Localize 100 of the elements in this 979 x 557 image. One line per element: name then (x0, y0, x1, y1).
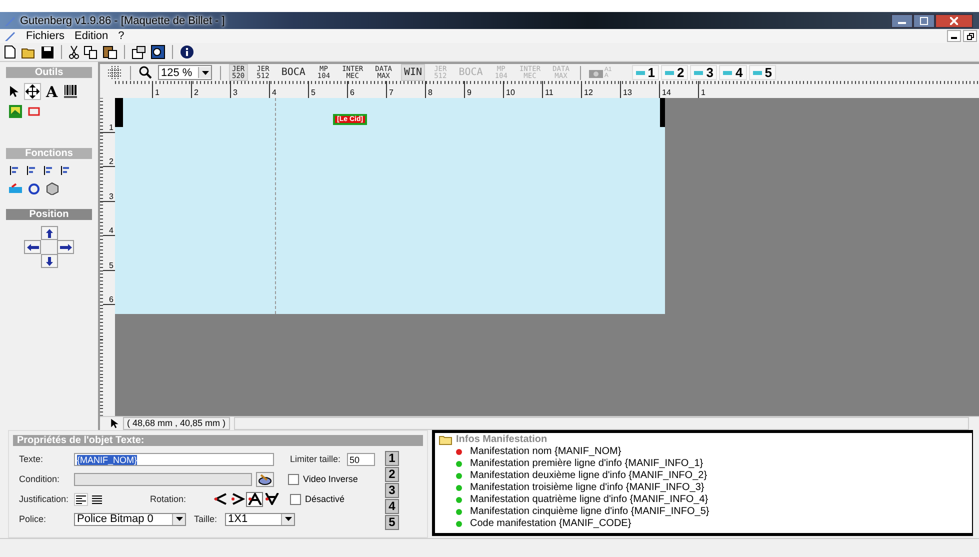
maximize-icon (920, 16, 928, 24)
field-label: Taille: (194, 514, 218, 524)
align-icon[interactable] (43, 165, 54, 176)
layer-tab[interactable]: 1 (632, 65, 659, 80)
pointer-icon (110, 418, 119, 429)
text-tool[interactable]: A (46, 84, 58, 98)
preview-icon[interactable] (151, 45, 165, 59)
margin-marker (660, 98, 665, 128)
copy-icon[interactable] (84, 46, 98, 58)
line-number-button[interactable]: 1 (385, 451, 399, 466)
layer-tab[interactable]: 2 (660, 65, 688, 80)
dash-icon (694, 70, 704, 75)
align-left-icon (76, 494, 86, 504)
new-document-icon[interactable] (4, 45, 16, 59)
font-dropdown[interactable]: Police Bitmap 0 (74, 512, 186, 526)
layer-tab[interactable]: 4 (719, 65, 747, 80)
info-icon[interactable] (180, 45, 194, 59)
align-icon[interactable] (9, 165, 20, 176)
justify-button[interactable] (90, 492, 104, 506)
scissors-icon[interactable] (69, 45, 79, 59)
align-icon[interactable] (60, 165, 71, 176)
move-up-button[interactable] (40, 226, 58, 240)
close-icon (950, 16, 958, 24)
properties-icon[interactable] (132, 46, 146, 58)
checkbox[interactable]: Désactivé (290, 494, 345, 504)
dropdown-arrow-icon (284, 517, 292, 521)
tree-item[interactable]: Code manifestation {MANIF_CODE} (470, 518, 632, 530)
line-number-button[interactable]: 2 (385, 467, 399, 482)
maximize-button[interactable] (913, 14, 935, 28)
search-icon[interactable] (139, 66, 152, 80)
rectangle-icon[interactable] (28, 107, 40, 116)
window-title: Gutenberg v1.9.86 - [Maquette de Billet - ] (20, 14, 225, 26)
open-folder-icon[interactable] (21, 46, 36, 58)
folder-icon (439, 435, 452, 445)
justify-icon (92, 494, 102, 504)
left-arrow-icon (26, 244, 38, 250)
minimize-button[interactable] (891, 14, 913, 28)
close-button[interactable] (935, 14, 973, 28)
right-arrow-icon (60, 244, 72, 250)
condition-field[interactable] (74, 472, 252, 486)
field-label: Justification: (19, 494, 70, 504)
pointer-icon[interactable] (9, 85, 19, 98)
grid-icon[interactable] (108, 66, 122, 80)
tree-item[interactable]: Manifestation quatrième ligne d'info {MANIF_INFO_4} (470, 494, 708, 506)
tree-item[interactable]: Manifestation nom {MANIF_NOM} (470, 446, 622, 458)
barcode-icon[interactable] (64, 84, 77, 98)
dash-icon (752, 70, 762, 75)
pen-icon (258, 474, 272, 484)
rotation-button[interactable] (246, 492, 264, 506)
rotation-button[interactable] (263, 492, 280, 506)
quill-icon (4, 14, 16, 26)
field-label: Police: (19, 514, 48, 524)
line-number-button[interactable]: 5 (385, 515, 399, 530)
tree-folder[interactable]: Infos Manifestation (456, 434, 548, 446)
text-field[interactable]: {MANIF_NOM} (74, 452, 274, 466)
layer-tab[interactable]: 3 (690, 65, 718, 80)
menu-item[interactable]: ? (118, 30, 124, 42)
dash-icon (636, 70, 645, 75)
minimize-button[interactable] (947, 30, 961, 42)
checkbox[interactable]: Video Inverse (288, 474, 358, 484)
section-header: Position (6, 209, 92, 220)
save-icon[interactable] (41, 46, 54, 58)
section-header: Outils (6, 67, 92, 78)
dropdown-arrow-icon (202, 70, 208, 75)
field-label: Rotation: (150, 494, 186, 504)
layer-icon[interactable] (9, 183, 22, 194)
menu-item[interactable]: Fichiers (26, 30, 65, 42)
paste-icon[interactable] (103, 45, 117, 59)
rotation-button[interactable] (229, 492, 246, 506)
tree-item[interactable]: Manifestation première ligne d'info {MANIF_INFO_1} (470, 458, 704, 470)
margin-marker (115, 98, 123, 128)
printer-button[interactable]: BOCA (278, 64, 308, 82)
tree-item[interactable]: Manifestation troisième ligne d'info {MANIF_INFO_3} (470, 482, 704, 494)
move-icon[interactable] (25, 84, 40, 99)
move-down-button[interactable] (40, 254, 58, 268)
printer-button[interactable]: WIN (401, 64, 426, 82)
line-number-button[interactable]: 4 (385, 499, 399, 514)
field-label: Texte: (19, 454, 44, 464)
tree-item[interactable]: Manifestation cinquième ligne d'info {MANIF_INFO_5} (470, 506, 710, 518)
restore-button[interactable] (963, 30, 977, 42)
menu-item[interactable]: Edition (74, 30, 108, 42)
zoom-dropdown[interactable]: 125 % (158, 65, 212, 80)
limit-size-field[interactable]: 50 (346, 452, 375, 466)
up-arrow-icon (46, 228, 52, 238)
rotation-button[interactable] (212, 492, 230, 506)
align-icon[interactable] (26, 165, 37, 176)
line-number-button[interactable]: 3 (385, 483, 399, 498)
field-label: Limiter taille: (290, 454, 341, 464)
tree-item[interactable]: Manifestation deuxième ligne d'info {MANIF_INFO_2} (470, 470, 708, 482)
move-right-button[interactable] (57, 240, 74, 254)
dropdown-arrow-icon (176, 517, 182, 521)
rotation-icon (214, 493, 228, 505)
condition-editor-button[interactable] (256, 472, 274, 486)
layer-tab[interactable]: 5 (748, 65, 776, 80)
size-dropdown[interactable]: 1X1 (225, 512, 296, 526)
image-icon[interactable] (9, 105, 22, 118)
dash-icon (723, 70, 732, 75)
rotation-icon (248, 493, 262, 505)
move-left-button[interactable] (24, 240, 41, 254)
align-left-button[interactable] (74, 492, 88, 506)
